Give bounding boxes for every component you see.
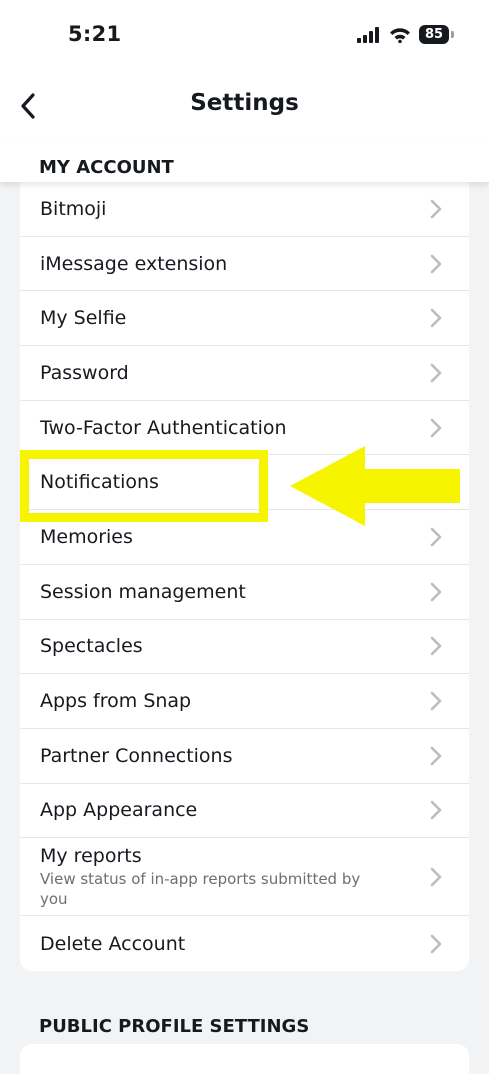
chevron-right-icon: [430, 637, 442, 656]
row-label: Delete Account: [40, 932, 186, 955]
row-label: Two-Factor Authentication: [40, 416, 287, 439]
status-icons: 85: [357, 25, 454, 44]
row-label: iMessage extension: [40, 252, 228, 275]
settings-row-delete-account[interactable]: Delete Account: [20, 916, 469, 971]
public-profile-card: [20, 1044, 469, 1074]
status-bar: 5:21 85: [0, 0, 489, 70]
settings-row-spectacles[interactable]: Spectacles: [20, 620, 469, 675]
settings-row-imessage-extension[interactable]: iMessage extension: [20, 237, 469, 292]
settings-row-partner-connections[interactable]: Partner Connections: [20, 729, 469, 784]
cellular-signal-icon: [357, 26, 379, 43]
row-label: Password: [40, 361, 129, 384]
row-label: Spectacles: [40, 635, 143, 658]
settings-list: Bitmoji iMessage extension My Selfie Passwo…: [20, 182, 469, 971]
row-label: Bitmoji: [40, 197, 107, 220]
chevron-right-icon: [430, 746, 442, 766]
row-label: Memories: [40, 525, 133, 548]
row-label: App Appearance: [40, 799, 198, 822]
settings-row-app-appearance[interactable]: App Appearance: [20, 784, 469, 839]
settings-row-apps-from-snap[interactable]: Apps from Snap: [20, 674, 469, 729]
settings-row-my-reports[interactable]: My reports View status of in-app reports …: [20, 838, 469, 917]
highlight-box: [20, 450, 268, 522]
page-title: Settings: [190, 90, 299, 116]
row-label: Apps from Snap: [40, 690, 192, 713]
chevron-right-icon: [430, 418, 442, 437]
chevron-right-icon: [430, 308, 442, 328]
row-label: My Selfie: [40, 307, 127, 330]
chevron-right-icon: [430, 199, 442, 219]
pointer-arrow-icon: [290, 446, 460, 526]
row-label: Session management: [40, 580, 246, 603]
chevron-right-icon: [430, 867, 442, 887]
chevron-right-icon: [430, 527, 442, 547]
chevron-right-icon: [430, 582, 442, 601]
settings-row-session-management[interactable]: Session management: [20, 565, 469, 620]
row-label: My reports: [40, 844, 142, 867]
section-header-my-account: MY ACCOUNT: [0, 142, 489, 182]
battery-icon: 85: [419, 25, 454, 44]
row-subtitle: View status of in-app reports submitted …: [40, 869, 361, 908]
status-time: 5:21: [68, 22, 122, 46]
section-header-public-profile: PUBLIC PROFILE SETTINGS: [39, 1016, 310, 1037]
chevron-right-icon: [430, 934, 442, 953]
chevron-right-icon: [430, 691, 442, 711]
settings-row-bitmoji[interactable]: Bitmoji: [20, 182, 469, 237]
settings-row-my-selfie[interactable]: My Selfie: [20, 291, 469, 347]
settings-row-password[interactable]: Password: [20, 346, 469, 401]
navigation-header: Settings: [0, 70, 489, 142]
chevron-right-icon: [430, 363, 442, 383]
chevron-right-icon: [430, 254, 442, 273]
row-label: Partner Connections: [40, 744, 233, 767]
chevron-right-icon: [430, 801, 442, 820]
wifi-icon: [390, 27, 410, 43]
